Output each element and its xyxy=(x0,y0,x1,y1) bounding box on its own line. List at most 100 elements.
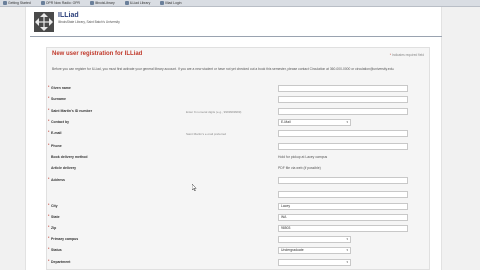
field-label: * Department xyxy=(48,259,70,264)
bookmark-item[interactable]: Getting Started xyxy=(3,1,31,5)
bookmark-icon xyxy=(89,1,94,5)
select-dropdown[interactable]: E-Mail ▾ xyxy=(278,119,351,126)
field-label-text: Given name xyxy=(51,86,71,90)
field-label: * State xyxy=(48,214,60,219)
bookmark-label: ILLiad Library xyxy=(129,1,151,5)
text-input[interactable] xyxy=(278,96,408,103)
form-row: * Saint Martin's ID number Enter 9 numeral… xyxy=(46,107,430,117)
field-label: Book delivery method xyxy=(51,155,88,159)
chevron-down-icon: ▾ xyxy=(346,260,348,264)
brand: ILLiad IllinoisState Library, Saint Batc… xyxy=(58,12,120,24)
required-star: * xyxy=(48,85,50,89)
text-input[interactable]: Lacey xyxy=(278,203,408,210)
bookmark-item[interactable]: OPR Now Radio: OPR xyxy=(40,1,80,5)
required-star: * xyxy=(48,259,50,263)
required-star: * xyxy=(48,119,50,123)
select-dropdown[interactable]: ▾ xyxy=(278,236,351,243)
chevron-down-icon: ▾ xyxy=(346,248,348,252)
form-row: * Status Undergraduate ▾ xyxy=(46,246,430,256)
form-row: * Zip 98503 xyxy=(46,224,430,234)
field-hint: Enter 9 numeral digits (e.g., 9999999999… xyxy=(186,109,242,114)
text-input[interactable]: 98503 xyxy=(278,225,408,232)
bookmark-label: Getting Started xyxy=(8,1,31,5)
form-row: * Surname xyxy=(46,95,430,105)
required-note: * Indicates required field xyxy=(390,53,424,57)
required-star: * xyxy=(48,214,50,218)
required-star: * xyxy=(48,225,50,229)
chevron-down-icon: ▾ xyxy=(346,120,348,124)
field-label-text: Book delivery method xyxy=(51,155,88,159)
select-value: E-Mail xyxy=(281,120,291,124)
bookmark-icon xyxy=(40,1,45,5)
field-label-text: Zip xyxy=(51,226,57,230)
static-value: PDF file via web (if possible) xyxy=(278,166,321,170)
static-value: Hold for pickup at Lacey campus xyxy=(278,155,328,159)
field-label: * Zip xyxy=(48,225,57,230)
required-star: * xyxy=(48,96,50,100)
select-dropdown[interactable]: ▾ xyxy=(278,259,351,266)
brand-subtitle: IllinoisState Library, Saint Batch's Uni… xyxy=(58,20,120,24)
required-star: * xyxy=(48,108,50,112)
text-input[interactable] xyxy=(278,85,408,92)
form-row: Article delivery PDF file via web (if pos… xyxy=(46,164,430,174)
field-label: * Address xyxy=(48,177,66,182)
header-divider xyxy=(30,36,442,37)
field-label-text: Primary campus xyxy=(51,237,79,241)
field-label: * Status xyxy=(48,247,62,252)
form-row: * Contact by E-Mail ▾ xyxy=(46,118,430,128)
brand-title: ILLiad xyxy=(58,12,79,19)
form-row: * Department ▾ xyxy=(46,258,430,268)
text-input[interactable] xyxy=(278,143,408,150)
field-label-text: Status xyxy=(51,248,62,252)
form-row: * Primary campus ▾ xyxy=(46,235,430,245)
bookmark-icon xyxy=(3,1,7,5)
text-input[interactable] xyxy=(278,108,408,115)
required-star: * xyxy=(48,177,50,181)
form-row: * Given name xyxy=(46,84,430,94)
field-label-text: Contact by xyxy=(51,120,70,124)
form-row: * Address xyxy=(46,176,430,186)
field-label-text: Phone xyxy=(51,144,62,148)
field-hint: Saint Martin's e-mail preferred xyxy=(186,131,227,136)
left-margin xyxy=(0,7,26,270)
required-star: * xyxy=(48,247,50,251)
bookmark-label: OPR Now Radio: OPR xyxy=(45,1,80,5)
required-star: * xyxy=(48,236,50,240)
bookmarks-bar: Getting Started OPR Now Radio: OPR Illin… xyxy=(0,0,480,7)
form-row: * State WA xyxy=(46,213,430,223)
field-label: * Given name xyxy=(48,85,71,90)
bookmark-item[interactable]: IllinoisLibrary xyxy=(89,1,115,5)
field-label-text: Saint Martin's ID number xyxy=(51,109,93,113)
text-input[interactable]: WA xyxy=(278,214,408,221)
intro-text: Before you can register for ILLiad, you … xyxy=(52,67,395,71)
select-value: Undergraduate xyxy=(281,248,304,252)
required-star: * xyxy=(48,143,50,147)
field-label-text: State xyxy=(51,215,60,219)
required-star: * xyxy=(48,203,50,207)
bookmark-item[interactable]: ILLiad Library xyxy=(124,1,151,5)
chevron-down-icon: ▾ xyxy=(346,237,348,241)
field-label-text: E-mail xyxy=(51,131,62,135)
form-row: * E-mail Saint Martin's e-mail preferred xyxy=(46,129,430,139)
text-input[interactable] xyxy=(278,191,408,198)
bookmark-icon xyxy=(160,1,165,5)
field-label-text: Surname xyxy=(51,97,66,101)
required-star: * xyxy=(48,130,50,134)
text-input[interactable] xyxy=(278,177,408,184)
form-row: * City Lacey xyxy=(46,202,430,212)
field-label: * City xyxy=(48,203,58,208)
form-row: * Phone xyxy=(46,142,430,152)
form-title: New user registration for ILLiad xyxy=(52,51,143,57)
bookmark-label: IllinoisLibrary xyxy=(94,1,115,5)
select-dropdown[interactable]: Undergraduate ▾ xyxy=(278,247,351,254)
field-label: * Surname xyxy=(48,96,66,101)
bookmark-icon xyxy=(124,1,129,5)
field-label-text: Article delivery xyxy=(51,166,77,170)
text-input[interactable] xyxy=(278,130,408,137)
field-label: * Primary campus xyxy=(48,236,79,241)
bookmark-label: Illiad Login xyxy=(165,1,182,5)
form-row: Book delivery method Hold for pickup at L… xyxy=(46,153,430,163)
field-label: * E-mail xyxy=(48,130,62,135)
field-label-text: Address xyxy=(51,178,66,182)
bookmark-item[interactable]: Illiad Login xyxy=(160,1,181,5)
